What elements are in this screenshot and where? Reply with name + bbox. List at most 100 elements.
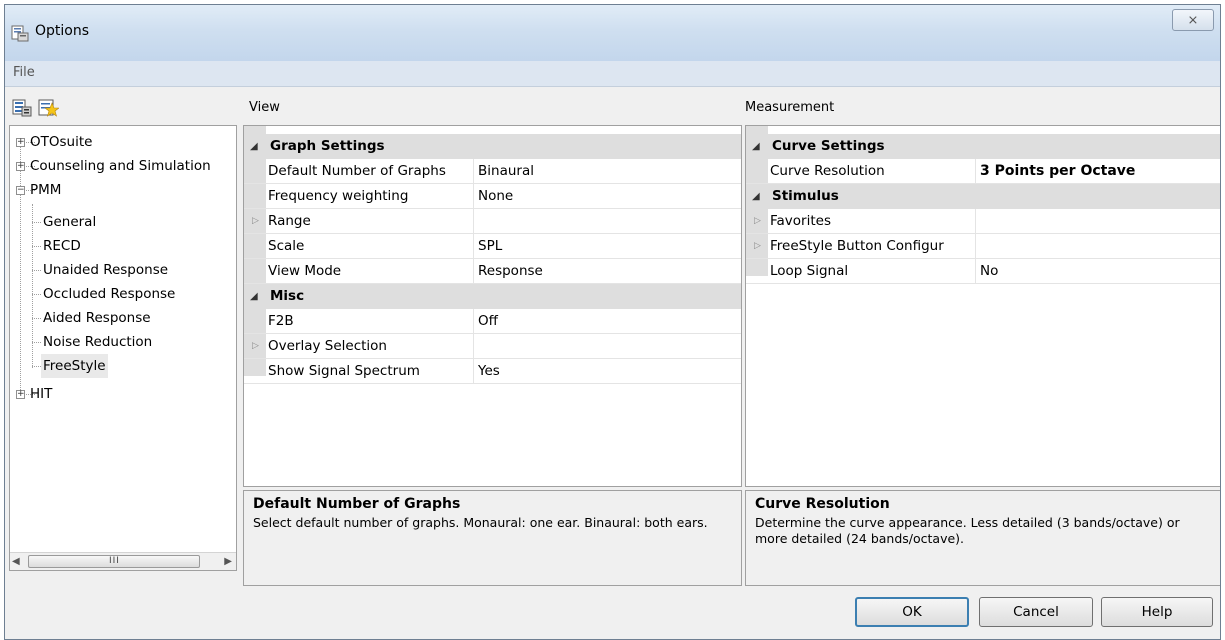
favorites-star-icon[interactable]	[37, 97, 59, 119]
prop-name: Loop Signal	[770, 259, 976, 283]
category-graph-settings[interactable]: ◢ Graph Settings	[244, 134, 741, 159]
prop-name: F2B	[268, 309, 474, 333]
prop-row-scale[interactable]: Scale SPL	[244, 234, 741, 259]
expand-plus-icon[interactable]: +	[16, 138, 25, 147]
prop-row-freestyle-button-config[interactable]: ▷ FreeStyle Button Configur	[746, 234, 1220, 259]
help-button[interactable]: Help	[1101, 597, 1213, 627]
description-title: Default Number of Graphs	[253, 496, 461, 512]
cancel-button[interactable]: Cancel	[979, 597, 1093, 627]
view-property-grid[interactable]: ◢ Graph Settings Default Number of Graph…	[243, 125, 742, 487]
toolbar	[5, 88, 241, 125]
prop-row-default-number-of-graphs[interactable]: Default Number of Graphs Binaural	[244, 159, 741, 184]
prop-name: Show Signal Spectrum	[268, 359, 474, 383]
tree-node-label: Counseling and Simulation	[30, 158, 211, 174]
collapse-arrow-icon[interactable]: ◢	[752, 134, 760, 159]
prop-value[interactable]: No	[976, 259, 998, 283]
prop-name: Frequency weighting	[268, 184, 474, 208]
category-label: Curve Settings	[772, 138, 885, 154]
tree-connector	[20, 144, 21, 394]
options-app-icon	[11, 25, 29, 42]
prop-name: Overlay Selection	[268, 334, 474, 358]
tree-horizontal-scrollbar[interactable]: ◀ III ▶	[10, 552, 236, 570]
prop-value[interactable]: Binaural	[474, 159, 534, 183]
tree-node-label: PMM	[30, 182, 62, 198]
tree-node-label: RECD	[43, 238, 81, 254]
close-button[interactable]: ⨯	[1172, 9, 1214, 31]
measurement-description-panel: Curve Resolution Determine the curve app…	[745, 490, 1220, 586]
measurement-section-label: Measurement	[745, 100, 835, 115]
prop-value[interactable]	[474, 209, 478, 233]
view-section-label: View	[249, 100, 280, 115]
prop-row-curve-resolution[interactable]: Curve Resolution 3 Points per Octave	[746, 159, 1220, 184]
tree-node-label: Noise Reduction	[43, 334, 153, 350]
description-title: Curve Resolution	[755, 496, 890, 512]
scroll-grip: III	[109, 556, 120, 566]
tree-connector	[32, 294, 41, 295]
prop-value[interactable]: Response	[474, 259, 543, 283]
prop-value[interactable]: None	[474, 184, 513, 208]
prop-value[interactable]: 3 Points per Octave	[976, 159, 1135, 183]
prop-value[interactable]: Off	[474, 309, 498, 333]
collapse-arrow-icon[interactable]: ◢	[250, 134, 258, 159]
scroll-left-icon[interactable]: ◀	[12, 556, 20, 567]
expand-plus-icon[interactable]: +	[16, 162, 25, 171]
options-tree[interactable]: + OTOsuite + Counseling and Simulation −…	[9, 125, 237, 571]
prop-row-f2b[interactable]: F2B Off	[244, 309, 741, 334]
menu-file[interactable]: File	[13, 65, 35, 80]
prop-name: View Mode	[268, 259, 474, 283]
tree-node-label: Unaided Response	[43, 262, 169, 278]
collapse-arrow-icon[interactable]: ◢	[752, 184, 760, 209]
measurement-property-grid[interactable]: ◢ Curve Settings Curve Resolution 3 Poin…	[745, 125, 1220, 487]
prop-value[interactable]	[474, 334, 478, 358]
tree-node-label: OTOsuite	[30, 134, 93, 150]
tree-connector	[32, 222, 41, 223]
expand-arrow-icon[interactable]: ▷	[754, 216, 761, 226]
expand-arrow-icon[interactable]: ▷	[754, 241, 761, 251]
scroll-thumb[interactable]: III	[28, 555, 200, 568]
prop-name: Scale	[268, 234, 474, 258]
menu-bar: File	[5, 61, 1220, 87]
tree-node-label: Aided Response	[43, 310, 151, 326]
tree-node-label: General	[43, 214, 97, 230]
grid-sort-icon[interactable]	[11, 97, 33, 119]
view-description-panel: Default Number of Graphs Select default …	[243, 490, 742, 586]
tree-connector	[32, 204, 33, 368]
tree-connector	[32, 366, 41, 367]
tree-connector	[32, 270, 41, 271]
expand-plus-icon[interactable]: +	[16, 390, 25, 399]
prop-row-frequency-weighting[interactable]: Frequency weighting None	[244, 184, 741, 209]
tree-connector	[32, 342, 41, 343]
prop-row-show-signal-spectrum[interactable]: Show Signal Spectrum Yes	[244, 359, 741, 384]
category-label: Graph Settings	[270, 138, 385, 154]
prop-value[interactable]	[976, 209, 980, 233]
tree-connector	[32, 318, 41, 319]
expand-arrow-icon[interactable]: ▷	[252, 341, 259, 351]
category-misc[interactable]: ◢ Misc	[244, 284, 741, 309]
prop-row-overlay-selection[interactable]: ▷ Overlay Selection	[244, 334, 741, 359]
prop-row-loop-signal[interactable]: Loop Signal No	[746, 259, 1220, 284]
tree-node-label: Occluded Response	[43, 286, 176, 302]
category-curve-settings[interactable]: ◢ Curve Settings	[746, 134, 1220, 159]
description-text: Determine the curve appearance. Less det…	[755, 515, 1180, 546]
expand-arrow-icon[interactable]: ▷	[252, 216, 259, 226]
prop-row-view-mode[interactable]: View Mode Response	[244, 259, 741, 284]
description-text: Select default number of graphs. Monaura…	[253, 515, 708, 530]
prop-row-favorites[interactable]: ▷ Favorites	[746, 209, 1220, 234]
tree-connector	[32, 246, 41, 247]
prop-value[interactable]: SPL	[474, 234, 502, 258]
prop-name: Favorites	[770, 209, 976, 233]
prop-row-range[interactable]: ▷ Range	[244, 209, 741, 234]
prop-name: Default Number of Graphs	[268, 159, 474, 183]
collapse-arrow-icon[interactable]: ◢	[250, 284, 258, 309]
prop-value[interactable]: Yes	[474, 359, 500, 383]
ok-button[interactable]: OK	[855, 597, 969, 627]
scroll-right-icon[interactable]: ▶	[224, 556, 232, 567]
tree-node-label: FreeStyle	[41, 354, 108, 378]
collapse-minus-icon[interactable]: −	[16, 186, 25, 195]
tree-node-label: HIT	[30, 386, 53, 402]
prop-name: Curve Resolution	[770, 159, 976, 183]
close-icon: ⨯	[1187, 12, 1199, 28]
window-title: Options	[35, 23, 90, 39]
category-stimulus[interactable]: ◢ Stimulus	[746, 184, 1220, 209]
prop-value[interactable]	[976, 234, 980, 258]
